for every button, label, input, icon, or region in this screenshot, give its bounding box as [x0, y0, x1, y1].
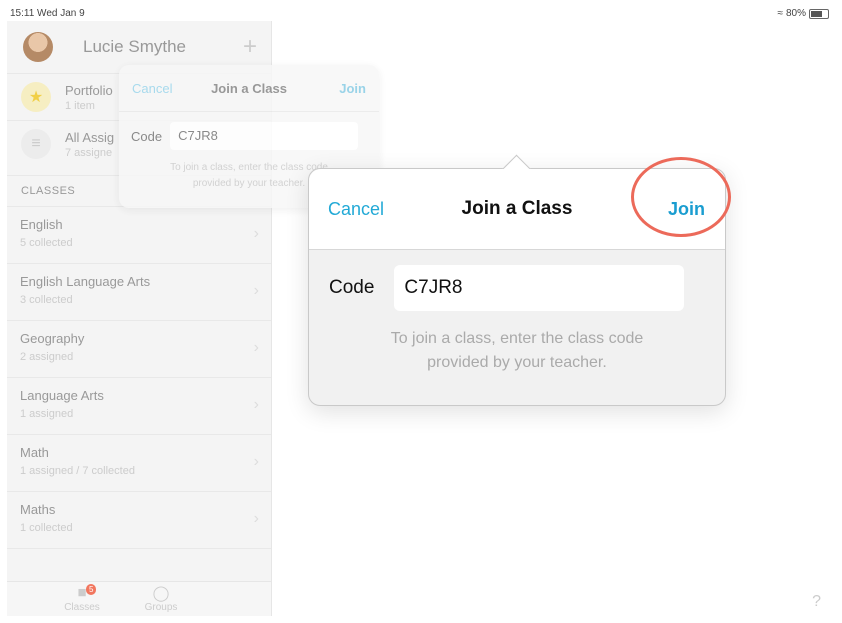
- preview-code-row: Code C7JR8: [119, 112, 379, 150]
- class-name: English: [20, 217, 63, 232]
- add-icon[interactable]: +: [243, 33, 257, 61]
- chevron-right-icon: ›: [253, 510, 259, 527]
- tab-classes[interactable]: ■ 5 Classes: [52, 584, 112, 613]
- class-name: Language Arts: [20, 388, 104, 403]
- class-status: 1 assigned: [20, 408, 74, 420]
- notification-badge: 5: [86, 584, 97, 595]
- class-status: 1 assigned / 7 collected: [20, 465, 135, 477]
- wifi-icon: ≈: [777, 8, 783, 19]
- code-label: Code: [329, 277, 375, 298]
- help-icon[interactable]: ?: [812, 593, 821, 611]
- chevron-right-icon: ›: [253, 453, 259, 470]
- status-right: ≈ 80%: [777, 8, 829, 19]
- class-row-geography[interactable]: Geography 2 assigned ›: [7, 321, 271, 378]
- tab-label: Classes: [64, 602, 100, 613]
- folder-icon: ■ 5: [52, 584, 112, 602]
- avatar[interactable]: [23, 32, 53, 62]
- tab-groups[interactable]: ◯ Groups: [131, 584, 191, 613]
- username: Lucie Smythe: [83, 37, 186, 56]
- tab-bar: ■ 5 Classes ◯ Groups: [7, 581, 271, 616]
- help-text: To join a class, enter the class code pr…: [309, 327, 725, 375]
- class-name: Geography: [20, 331, 85, 346]
- help-line2: provided by your teacher.: [427, 354, 607, 371]
- status-bar: 15:11 Wed Jan 9 ≈ 80%: [7, 7, 835, 21]
- preview-code-label: Code: [131, 128, 163, 144]
- tab-label: Groups: [144, 602, 178, 613]
- class-status: 2 assigned: [20, 351, 74, 363]
- battery-icon: [809, 8, 829, 19]
- class-status: 5 collected: [20, 237, 73, 249]
- status-time: 15:11 Wed Jan 9: [10, 8, 85, 19]
- highlight-circle: [631, 157, 731, 237]
- sidebar-item-label: Portfolio: [65, 82, 113, 98]
- class-name: English Language Arts: [20, 274, 151, 289]
- class-row-math[interactable]: Math 1 assigned / 7 collected ›: [7, 435, 271, 492]
- chevron-right-icon: ›: [253, 225, 259, 242]
- preview-header: Cancel Join a Class Join: [119, 65, 379, 112]
- sidebar-item-sub: 1 item: [65, 99, 95, 112]
- screen: 15:11 Wed Jan 9 ≈ 80% Lucie Smythe + ★ P…: [7, 7, 835, 616]
- preview-code-input[interactable]: C7JR8: [170, 122, 359, 150]
- battery-fill: [811, 10, 823, 17]
- chevron-right-icon: ›: [253, 282, 259, 299]
- class-status: 1 collected: [20, 522, 73, 534]
- class-name: Maths: [20, 502, 56, 517]
- battery-percent: 80%: [785, 8, 806, 19]
- chevron-right-icon: ›: [253, 339, 259, 356]
- class-row-maths[interactable]: Maths 1 collected ›: [7, 492, 271, 549]
- sidebar-item-sub: 7 assigne: [65, 146, 113, 159]
- sidebar-item-label: All Assig: [65, 129, 115, 145]
- help-line1: To join a class, enter the class code: [390, 330, 644, 347]
- star-icon: ★: [21, 82, 51, 112]
- list-icon: ≡: [21, 129, 51, 159]
- class-row-language-arts[interactable]: Language Arts 1 assigned ›: [7, 378, 271, 435]
- code-row: Code: [309, 250, 725, 311]
- chat-bubble-icon: ◯: [152, 585, 170, 602]
- class-name: Math: [20, 445, 49, 460]
- code-input[interactable]: [394, 265, 685, 311]
- class-row-english-language-arts[interactable]: English Language Arts 3 collected ›: [7, 264, 271, 321]
- chevron-right-icon: ›: [253, 396, 259, 413]
- class-status: 3 collected: [20, 294, 73, 306]
- class-row-english[interactable]: English 5 collected ›: [7, 207, 271, 264]
- preview-join-button[interactable]: Join: [339, 81, 366, 96]
